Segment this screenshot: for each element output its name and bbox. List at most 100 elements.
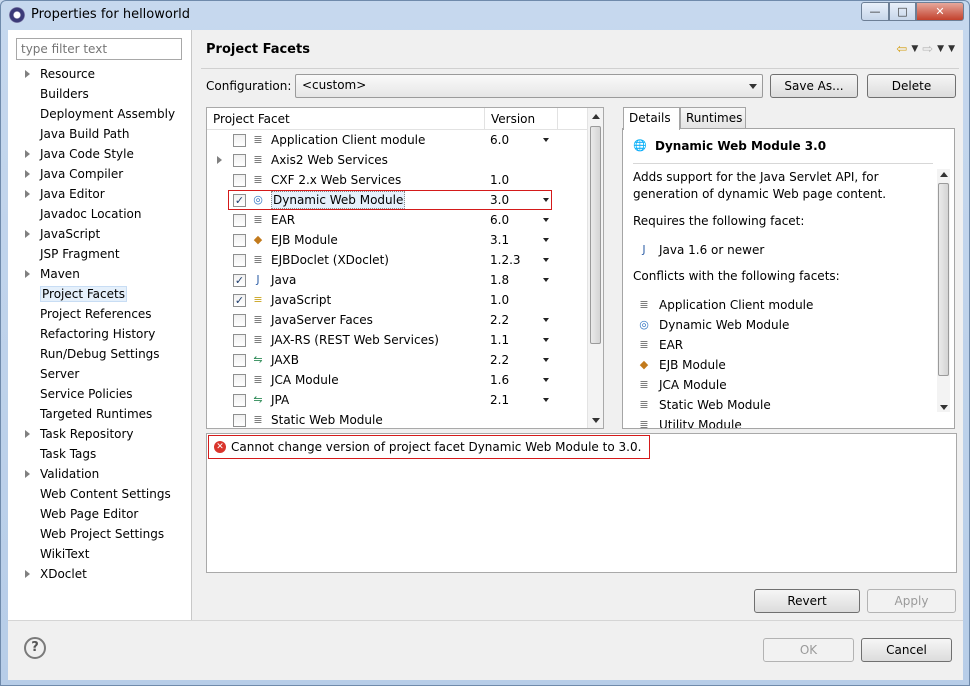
sidebar-item[interactable]: Web Project Settings xyxy=(8,524,192,544)
cancel-button[interactable]: Cancel xyxy=(861,638,952,662)
scroll-thumb[interactable] xyxy=(590,126,601,344)
facet-checkbox[interactable] xyxy=(233,334,246,347)
facet-version[interactable]: 1.0 xyxy=(490,170,509,190)
version-column-header[interactable]: Version xyxy=(485,108,558,130)
facet-checkbox[interactable] xyxy=(233,174,246,187)
expand-arrow-icon[interactable] xyxy=(217,156,222,164)
expand-arrow-icon[interactable] xyxy=(25,470,30,478)
ok-button[interactable]: OK xyxy=(763,638,854,662)
forward-menu-icon[interactable]: ▼ xyxy=(937,44,944,54)
sidebar-item[interactable]: Service Policies xyxy=(8,384,192,404)
facet-version[interactable]: 6.0 xyxy=(490,210,509,230)
sidebar-item[interactable]: Builders xyxy=(8,84,192,104)
facet-checkbox[interactable] xyxy=(233,374,246,387)
scroll-up-icon[interactable] xyxy=(940,172,948,177)
facet-checkbox[interactable] xyxy=(233,254,246,267)
facet-row[interactable]: ≣ EAR 6.0 xyxy=(207,210,588,230)
view-menu-icon[interactable]: ▼ xyxy=(948,44,955,54)
sidebar-item[interactable]: Java Code Style xyxy=(8,144,192,164)
facet-row[interactable]: ≣ JCA Module 1.6 xyxy=(207,370,588,390)
expand-arrow-icon[interactable] xyxy=(25,230,30,238)
facet-version[interactable]: 2.2 xyxy=(490,310,509,330)
scroll-thumb[interactable] xyxy=(938,183,949,376)
facet-version[interactable]: 6.0 xyxy=(490,130,509,150)
sidebar-item[interactable]: Web Page Editor xyxy=(8,504,192,524)
facet-checkbox[interactable] xyxy=(233,154,246,167)
expand-arrow-icon[interactable] xyxy=(25,70,30,78)
back-arrow-icon[interactable]: ⇦ xyxy=(896,42,907,57)
scroll-down-icon[interactable] xyxy=(592,418,600,423)
facet-version[interactable]: 1.6 xyxy=(490,370,509,390)
sidebar-item[interactable]: Java Editor xyxy=(8,184,192,204)
facet-version[interactable]: 3.0 xyxy=(490,190,509,210)
facet-row[interactable]: ◆ EJB Module 3.1 xyxy=(207,230,588,250)
sidebar-item[interactable]: Web Content Settings xyxy=(8,484,192,504)
sidebar-item[interactable]: JavaScript xyxy=(8,224,192,244)
help-icon[interactable]: ? xyxy=(24,637,46,659)
sidebar-item[interactable]: Java Compiler xyxy=(8,164,192,184)
facet-column-header[interactable]: Project Facet xyxy=(207,108,485,130)
expand-arrow-icon[interactable] xyxy=(25,190,30,198)
facet-checkbox[interactable] xyxy=(233,134,246,147)
forward-arrow-icon[interactable]: ⇨ xyxy=(922,42,933,57)
version-dropdown-icon[interactable] xyxy=(543,218,549,222)
title-bar[interactable]: Properties for helloworld — □ ✕ xyxy=(1,1,969,29)
sidebar-item[interactable]: Run/Debug Settings xyxy=(8,344,192,364)
expand-arrow-icon[interactable] xyxy=(25,570,30,578)
facet-checkbox[interactable] xyxy=(233,234,246,247)
version-dropdown-icon[interactable] xyxy=(543,378,549,382)
sidebar-item[interactable]: JSP Fragment xyxy=(8,244,192,264)
facet-row[interactable]: ≣ Axis2 Web Services xyxy=(207,150,588,170)
tab-details[interactable]: Details xyxy=(623,107,680,130)
version-dropdown-icon[interactable] xyxy=(543,138,549,142)
expand-arrow-icon[interactable] xyxy=(25,270,30,278)
version-dropdown-icon[interactable] xyxy=(543,278,549,282)
scroll-up-icon[interactable] xyxy=(592,114,600,119)
expand-arrow-icon[interactable] xyxy=(25,150,30,158)
minimize-button[interactable]: — xyxy=(861,2,889,21)
facet-checkbox[interactable] xyxy=(233,414,246,427)
sidebar-item[interactable]: Server xyxy=(8,364,192,384)
facet-row[interactable]: ≣ EJBDoclet (XDoclet) 1.2.3 xyxy=(207,250,588,270)
facet-version[interactable]: 1.1 xyxy=(490,330,509,350)
facet-row[interactable]: ≣ JavaServer Faces 2.2 xyxy=(207,310,588,330)
facet-row[interactable]: ✓ ≡ JavaScript 1.0 xyxy=(207,290,588,310)
version-dropdown-icon[interactable] xyxy=(543,198,549,202)
facet-version[interactable]: 1.2.3 xyxy=(490,250,521,270)
facet-row[interactable]: ≣ CXF 2.x Web Services 1.0 xyxy=(207,170,588,190)
version-dropdown-icon[interactable] xyxy=(543,318,549,322)
sidebar-item[interactable]: Refactoring History xyxy=(8,324,192,344)
sidebar-item[interactable]: WikiText xyxy=(8,544,192,564)
sidebar-item[interactable]: Deployment Assembly xyxy=(8,104,192,124)
back-menu-icon[interactable]: ▼ xyxy=(911,44,918,54)
sidebar-item[interactable]: Maven xyxy=(8,264,192,284)
facet-checkbox[interactable] xyxy=(233,314,246,327)
version-dropdown-icon[interactable] xyxy=(543,238,549,242)
sidebar-item[interactable]: Project References xyxy=(8,304,192,324)
version-dropdown-icon[interactable] xyxy=(543,258,549,262)
scroll-down-icon[interactable] xyxy=(940,405,948,410)
version-dropdown-icon[interactable] xyxy=(543,358,549,362)
expand-arrow-icon[interactable] xyxy=(25,430,30,438)
delete-button[interactable]: Delete xyxy=(867,74,956,98)
facet-row[interactable]: ✓ ◎ Dynamic Web Module 3.0 xyxy=(228,190,552,210)
revert-button[interactable]: Revert xyxy=(754,589,860,613)
facet-checkbox[interactable]: ✓ xyxy=(233,274,246,287)
apply-button[interactable]: Apply xyxy=(867,589,956,613)
save-as-button[interactable]: Save As... xyxy=(770,74,858,98)
sidebar-item[interactable]: Javadoc Location xyxy=(8,204,192,224)
facet-row[interactable]: ≣ Application Client module 6.0 xyxy=(207,130,588,150)
sidebar-item[interactable]: Targeted Runtimes xyxy=(8,404,192,424)
sidebar-item[interactable]: Java Build Path xyxy=(8,124,192,144)
expand-arrow-icon[interactable] xyxy=(25,170,30,178)
facet-version[interactable]: 2.2 xyxy=(490,350,509,370)
maximize-button[interactable]: □ xyxy=(889,2,916,21)
facet-row[interactable]: ≣ JAX-RS (REST Web Services) 1.1 xyxy=(207,330,588,350)
facet-checkbox[interactable] xyxy=(233,354,246,367)
close-button[interactable]: ✕ xyxy=(916,2,964,21)
sidebar-item[interactable]: Resource xyxy=(8,64,192,84)
sidebar-item[interactable]: Task Repository xyxy=(8,424,192,444)
configuration-select[interactable]: <custom> xyxy=(295,74,763,98)
facet-row[interactable]: ⇋ JPA 2.1 xyxy=(207,390,588,410)
version-dropdown-icon[interactable] xyxy=(543,338,549,342)
